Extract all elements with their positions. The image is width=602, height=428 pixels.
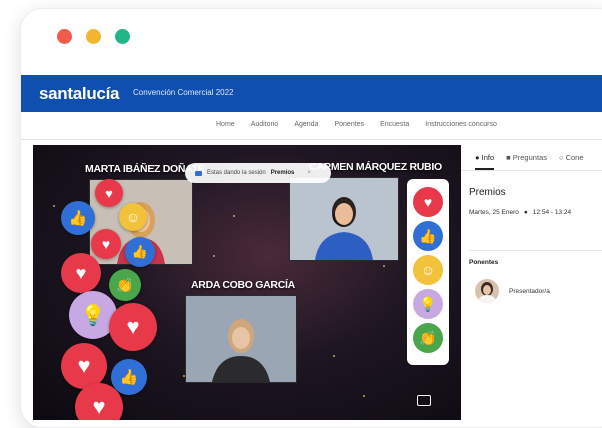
top-bar: santalucía Convención Comercial 2022 — [21, 75, 602, 112]
session-title: Premios — [469, 187, 506, 198]
heart-icon: ♥ — [95, 179, 123, 207]
ponentes-heading: Ponentes — [469, 259, 499, 266]
close-window-dot[interactable] — [57, 29, 72, 44]
heart-icon: ♥ — [61, 253, 101, 293]
close-icon[interactable]: × — [307, 170, 311, 176]
avatar[interactable] — [475, 279, 499, 303]
video-stage: MARTA IBÁÑEZ DOÑATE CARMEN MÁRQUEZ RUBIO… — [33, 145, 461, 420]
speaker-figure-2 — [315, 197, 373, 260]
tab-info[interactable]: ● Info — [475, 153, 495, 170]
nav-auditorio[interactable]: Auditorio — [251, 121, 279, 128]
speaker-video-2[interactable] — [289, 177, 399, 261]
avatar-figure — [477, 282, 497, 303]
nav-agenda[interactable]: Agenda — [294, 121, 318, 128]
video-camera-icon — [195, 170, 202, 176]
smile-icon[interactable]: ☺ — [413, 255, 443, 285]
tab-preguntas[interactable]: ■ Preguntas — [506, 153, 547, 162]
clap-icon: 👏 — [109, 269, 141, 301]
tab-conexiones[interactable]: ○ Cone — [559, 153, 584, 162]
panel-tabs: ● Info ■ Preguntas ○ Cone — [461, 145, 602, 171]
session-pill: Estas dando la sesión Premios × — [185, 163, 331, 183]
like-icon: 👍 — [61, 201, 95, 235]
side-panel: ● Info ■ Preguntas ○ Cone Premios Martes… — [461, 145, 602, 420]
speaker-figure-3 — [212, 319, 270, 382]
heart-icon[interactable]: ♥ — [413, 187, 443, 217]
like-icon: 👍 — [125, 237, 155, 267]
like-icon[interactable]: 👍 — [413, 221, 443, 251]
minimize-window-dot[interactable] — [86, 29, 101, 44]
speaker-name-3: ARDA COBO GARCÍA — [191, 279, 295, 291]
speaker-video-3[interactable] — [185, 295, 297, 383]
browser-window: santalucía Convención Comercial 2022 Hom… — [20, 8, 602, 428]
brand-logo[interactable]: santalucía — [39, 84, 119, 104]
session-time: 12:54 - 13:24 — [532, 209, 572, 216]
smile-icon: ☺ — [119, 203, 147, 231]
reactions-toolbar: ♥ 👍 ☺ 💡 👏 — [407, 179, 449, 365]
main-nav: Home Auditorio Agenda Ponentes Encuesta … — [21, 112, 602, 140]
nav-encuesta[interactable]: Encuesta — [380, 121, 409, 128]
speaker-name[interactable]: Presentador/a — [509, 288, 550, 295]
heart-icon: ♥ — [91, 229, 121, 259]
clap-icon[interactable]: 👏 — [413, 323, 443, 353]
nav-home[interactable]: Home — [216, 121, 235, 128]
divider — [469, 250, 602, 251]
clock-icon: ● — [523, 209, 528, 216]
session-date: Martes, 25 Enero — [469, 209, 519, 216]
cast-icon[interactable] — [417, 395, 431, 406]
session-datetime: Martes, 25 Enero ● 12:54 - 13:24 — [469, 209, 571, 216]
bulb-icon[interactable]: 💡 — [413, 289, 443, 319]
maximize-window-dot[interactable] — [115, 29, 130, 44]
nav-ponentes[interactable]: Ponentes — [334, 121, 364, 128]
session-label: Estas dando la sesión — [207, 170, 266, 176]
heart-icon: ♥ — [109, 303, 157, 351]
event-title: Convención Comercial 2022 — [133, 88, 234, 97]
nav-instrucciones[interactable]: Instrucciones concurso — [425, 121, 497, 128]
session-name: Premios — [270, 170, 295, 176]
window-controls — [57, 29, 130, 44]
